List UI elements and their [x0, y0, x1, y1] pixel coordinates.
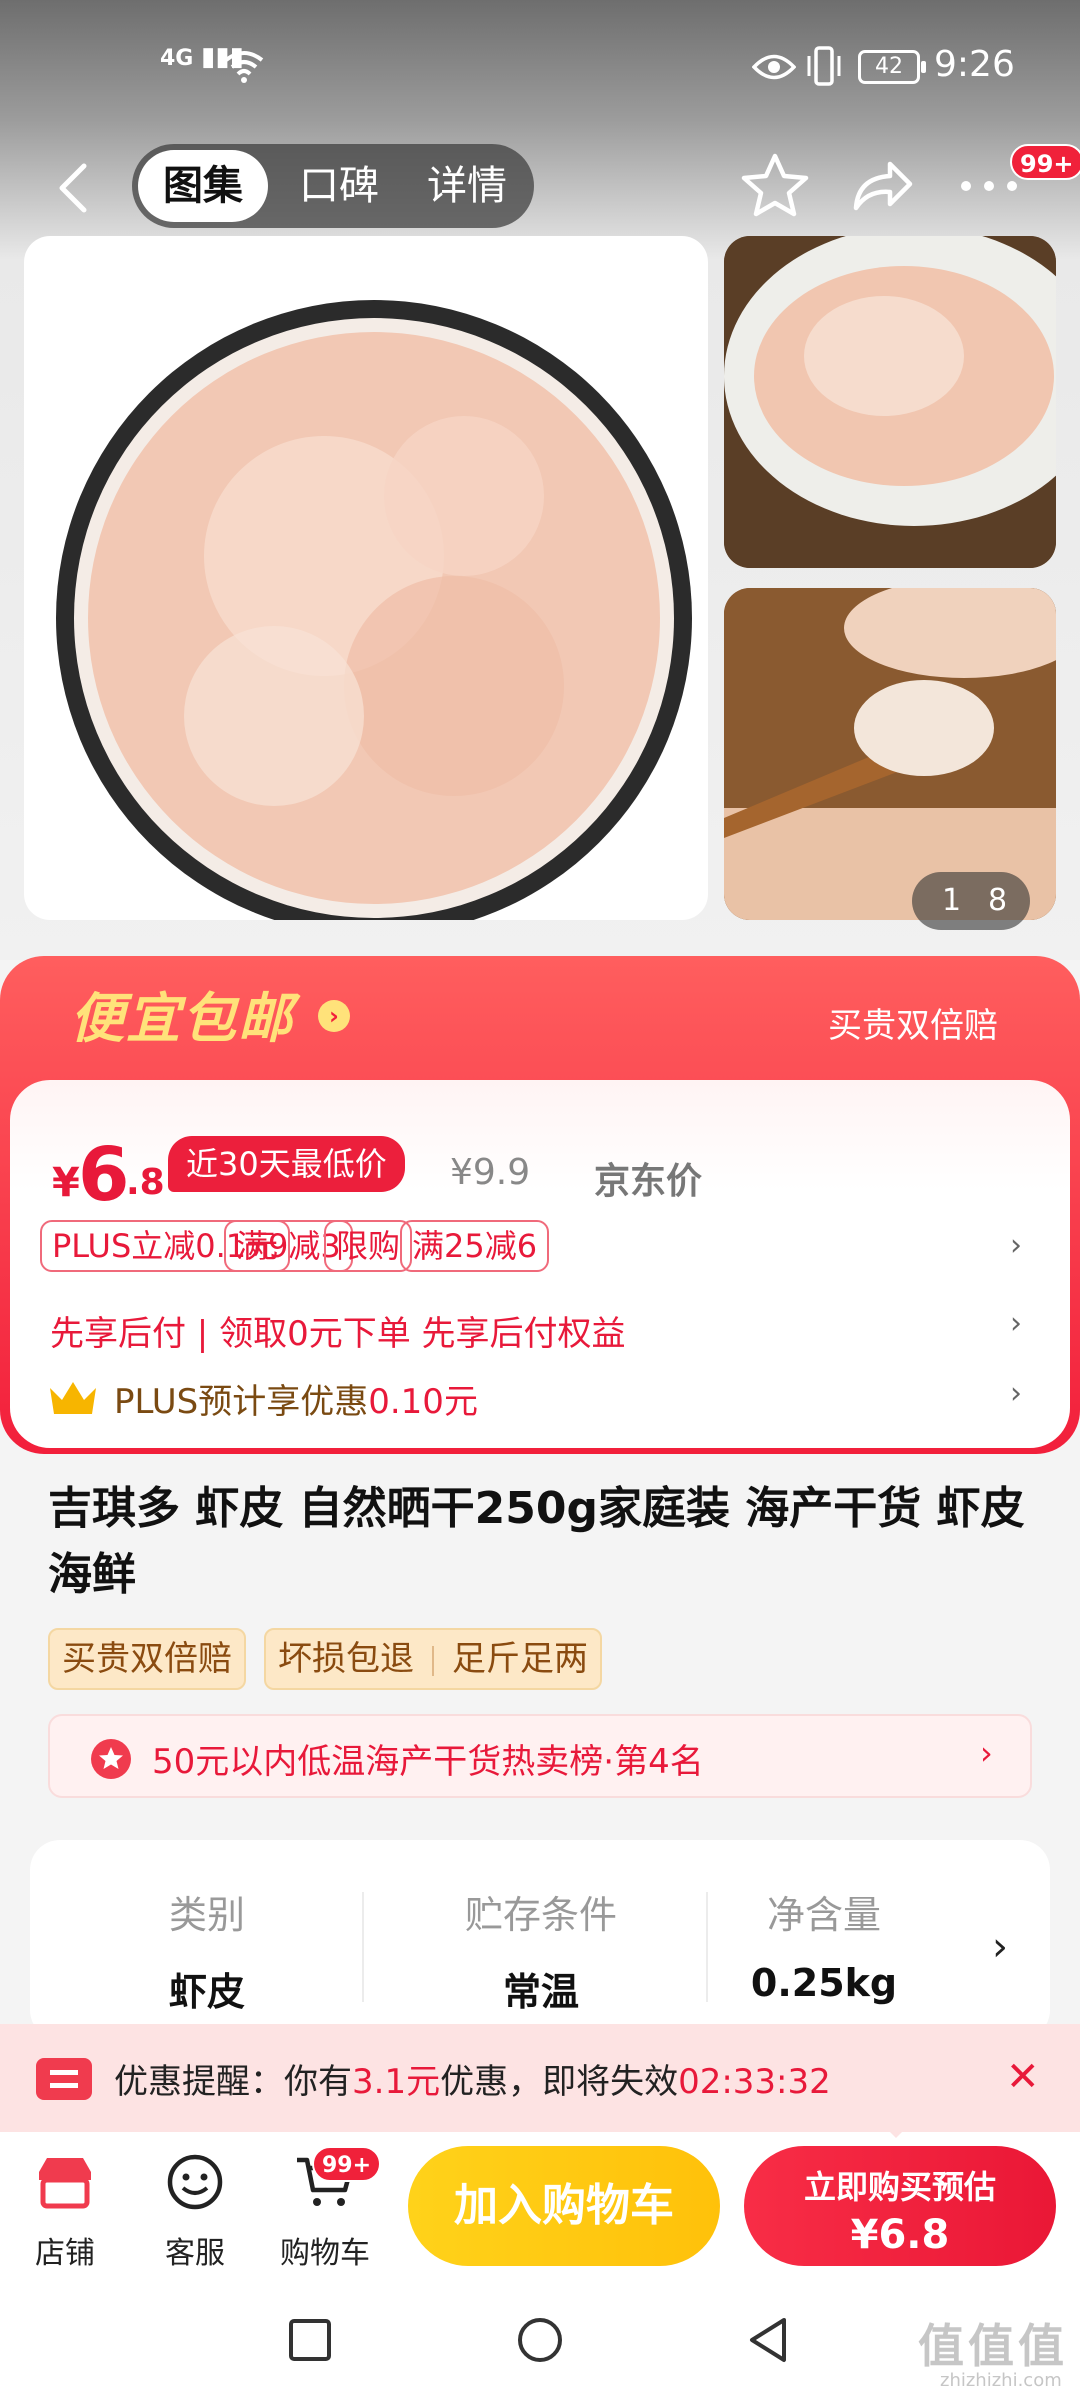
section-tabs: 图集 口碑 详情	[132, 144, 534, 228]
chevron-right-icon[interactable]: ›	[1010, 1228, 1034, 1263]
customer-service-label: 客服	[165, 2236, 225, 2271]
coupon-countdown: 02:33:32	[678, 2062, 831, 2102]
gallery-current: 1	[942, 883, 962, 918]
plus-discount-prefix: PLUS预计享优惠	[114, 1382, 369, 1422]
main-product-image[interactable]	[24, 236, 708, 920]
dried-shrimp-bowl-image	[56, 300, 692, 920]
plus-discount-line[interactable]: PLUS预计享优惠0.10元	[114, 1374, 478, 1423]
coupon-reminder-bar[interactable]: 优惠提醒：你有3.1元优惠，即将失效02:33:32 ✕	[0, 2024, 1080, 2132]
battery-indicator: 42	[858, 50, 926, 84]
vibrate-icon	[807, 46, 841, 86]
tab-details[interactable]: 详情	[412, 150, 522, 222]
spec-value: 虾皮	[168, 1970, 245, 2014]
buy-now-button[interactable]: 立即购买预估 ¥6.8	[744, 2146, 1056, 2266]
divider	[362, 1892, 364, 2002]
shrimp-spoon-image	[724, 588, 1056, 920]
clock: 9:26	[934, 44, 1015, 85]
price-promo-card: 便宜包邮 › 买贵双倍赔 ¥ 6 .8 近30天最低价 ¥9.9 京东价 PLU…	[0, 956, 1080, 1454]
star-icon[interactable]	[740, 150, 810, 220]
tab-gallery[interactable]: 图集	[138, 150, 268, 222]
ranking-banner[interactable]: 50元以内低温海产干货热卖榜·第4名 ›	[48, 1714, 1032, 1798]
spec-key: 贮存条件	[464, 1893, 617, 1937]
share-icon[interactable]	[846, 150, 916, 220]
store-label: 店铺	[35, 2236, 95, 2271]
ranking-text: 50元以内低温海产干货热卖榜·第4名	[152, 1742, 704, 1782]
spec-category: 类别 虾皮	[42, 1884, 372, 2016]
spec-value: 常温	[502, 1970, 579, 2014]
spec-key: 类别	[168, 1893, 245, 1937]
price-detail-panel: ¥ 6 .8 近30天最低价 ¥9.9 京东价 PLUS立减0.1元 满9减3 …	[10, 1080, 1070, 1448]
coupon-prefix: 优惠提醒：你有	[114, 2062, 352, 2102]
spec-storage: 贮存条件 常温	[376, 1884, 706, 2016]
recent-apps-icon[interactable]	[286, 2316, 334, 2364]
promo-title[interactable]: 便宜包邮	[70, 974, 294, 1053]
customer-service-button[interactable]: 客服	[140, 2150, 250, 2272]
gallery-total: 8	[988, 883, 1008, 918]
home-icon[interactable]	[516, 2316, 564, 2364]
watermark-url: zhizhizhi.com	[940, 2370, 1062, 2391]
chevron-right-icon[interactable]: ›	[1010, 1376, 1034, 1411]
gallery-counter: 1 8	[912, 872, 1030, 930]
buy-now-label: 立即购买预估	[803, 2168, 996, 2206]
product-title: 吉琪多 虾皮 自然晒干250g家庭装 海产干货 虾皮海鲜	[48, 1483, 1025, 1600]
eye-comfort-icon	[752, 54, 796, 80]
back-nav-icon[interactable]	[744, 2316, 792, 2364]
jd-reference-price: ¥9.9	[450, 1152, 531, 1193]
tag-divider	[432, 1645, 434, 1676]
chevron-right-icon[interactable]: ›	[992, 1924, 1008, 1970]
service-tag-damage-return: 坏损包退	[278, 1639, 414, 1679]
tab-reviews[interactable]: 口碑	[284, 150, 394, 222]
spec-card[interactable]: 类别 虾皮 贮存条件 常温 净含量 0.25kg ›	[30, 1840, 1050, 2040]
spec-value: 0.25kg	[750, 1961, 898, 2005]
plus-discount-value: 0.10元	[368, 1382, 478, 1422]
cart-count-badge: 99+	[312, 2146, 382, 2182]
customer-service-icon	[167, 2154, 223, 2210]
service-tag-returns[interactable]: 坏损包退 足斤足两	[264, 1628, 602, 1690]
close-icon[interactable]: ✕	[1006, 2054, 1040, 2100]
chevron-right-icon[interactable]: ›	[1010, 1306, 1034, 1341]
product-image-thumb-2[interactable]	[724, 588, 1056, 920]
add-to-cart-button[interactable]: 加入购物车	[408, 2146, 720, 2266]
service-tag-full-weight: 足斤足两	[452, 1639, 588, 1679]
status-bar: 4G ▮▮▮ 42 9:26	[0, 0, 1080, 136]
message-badge: 99+	[1010, 144, 1080, 180]
chevron-right-icon[interactable]: ›	[318, 1000, 350, 1032]
crown-icon	[50, 1382, 96, 1414]
coupon-icon	[36, 2058, 92, 2100]
watermark: 值值值	[918, 2319, 1068, 2373]
shrimp-plate-image	[724, 236, 1056, 568]
price-guarantee[interactable]: 买贵双倍赔	[828, 998, 998, 1047]
wifi-icon	[224, 51, 264, 83]
coupon-chip-limit[interactable]: 限购	[324, 1220, 413, 1272]
jd-price-label: 京东价	[594, 1161, 703, 1202]
buy-now-price: ¥6.8	[850, 2212, 950, 2258]
store-button[interactable]: 店铺	[10, 2150, 120, 2272]
cart-label: 购物车	[280, 2236, 370, 2271]
pay-later-line[interactable]: 先享后付 | 领取0元下单 先享后付权益	[50, 1306, 626, 1355]
price-integer: 6	[78, 1132, 130, 1218]
price-decimal: .8	[126, 1162, 165, 1203]
back-icon[interactable]	[54, 160, 94, 216]
coupon-pointer	[882, 2124, 910, 2138]
currency-symbol: ¥	[52, 1160, 80, 1206]
network-type: 4G	[160, 46, 194, 71]
coupon-reminder-text: 优惠提醒：你有3.1元优惠，即将失效02:33:32	[114, 2054, 831, 2103]
coupon-chip-discount-2[interactable]: 满25减6	[400, 1220, 550, 1272]
spec-net-weight: 净含量 0.25kg	[684, 1884, 964, 2005]
coupon-middle: 优惠，即将失效	[440, 2062, 679, 2102]
medal-icon	[91, 1739, 131, 1779]
coupon-amount: 3.1元	[352, 2062, 441, 2102]
product-image-thumb-1[interactable]	[724, 236, 1056, 568]
store-icon	[39, 2158, 91, 2209]
lowest-price-badge: 近30天最低价	[168, 1136, 405, 1192]
chevron-right-icon: ›	[980, 1734, 993, 1772]
spec-key: 净含量	[766, 1893, 881, 1937]
service-tag-price-guarantee[interactable]: 买贵双倍赔	[48, 1628, 246, 1690]
